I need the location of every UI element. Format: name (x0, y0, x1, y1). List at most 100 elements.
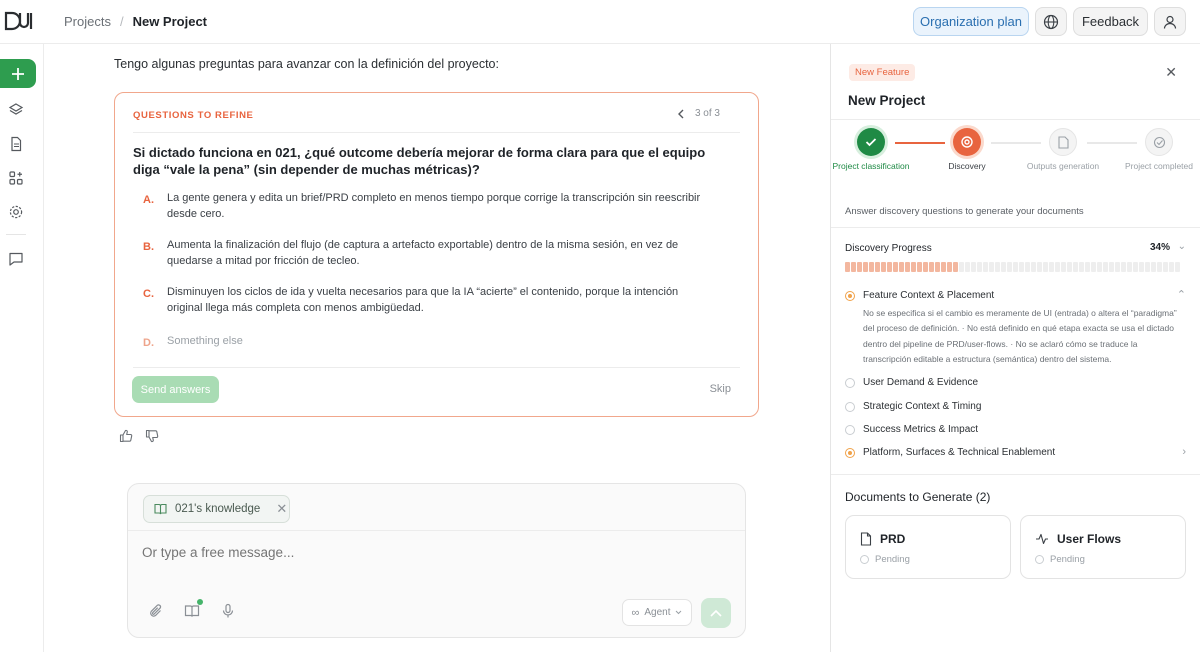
arrow-up-icon (710, 609, 722, 617)
file-icon (860, 532, 872, 546)
agent-mode-select[interactable]: ∞ Agent (622, 599, 692, 626)
doc-status: Pending (1035, 554, 1085, 565)
chevron-down-icon[interactable]: ⌄ (1178, 241, 1186, 252)
skip-button[interactable]: Skip (710, 383, 731, 395)
option-text: Aumenta la finalización del flujo (de ca… (167, 239, 679, 267)
chevron-right-icon[interactable]: › (1182, 446, 1186, 458)
topic-platform-surfaces[interactable]: Platform, Surfaces & Technical Enablemen… (845, 447, 1055, 458)
rail-layers-button[interactable] (7, 101, 25, 119)
active-dot (197, 599, 203, 605)
knowledge-chip[interactable]: 021's knowledge ✕ (143, 495, 290, 523)
rail-settings-button[interactable] (7, 203, 25, 221)
topic-status-dot (845, 425, 855, 435)
chevron-left-icon[interactable] (677, 109, 685, 119)
step-label: Project classification (832, 161, 910, 171)
discovery-progress-percent: 34% (1149, 242, 1170, 253)
progress-segment (1085, 262, 1090, 272)
feedback-button[interactable]: Feedback (1073, 7, 1148, 36)
step-discovery[interactable]: Discovery (927, 128, 1007, 171)
send-message-button[interactable] (701, 598, 731, 628)
apps-icon (9, 171, 23, 185)
topic-label: Feature Context & Placement (863, 290, 995, 301)
book-icon (184, 605, 200, 617)
layers-icon (8, 103, 24, 115)
answer-option-a[interactable]: A. La gente genera y edita un brief/PRD … (143, 191, 713, 222)
rail-documents-button[interactable] (7, 135, 25, 153)
rail-integrations-button[interactable] (7, 169, 25, 187)
organization-plan-button[interactable]: Organization plan (913, 7, 1029, 36)
discovery-progress-label: Discovery Progress (845, 243, 932, 254)
option-text: La gente genera y edita un brief/PRD com… (167, 192, 701, 220)
step-outputs-generation[interactable]: Outputs generation (1023, 128, 1103, 171)
option-letter: D. (143, 337, 154, 349)
step-label: Outputs generation (1026, 161, 1100, 171)
app-logo[interactable] (3, 10, 33, 32)
breadcrumb-separator: / (119, 14, 124, 29)
globe-icon (1043, 14, 1059, 29)
user-menu-button[interactable] (1154, 7, 1186, 36)
step-label: Discovery (948, 161, 986, 171)
message-feedback (119, 429, 159, 443)
progress-segment (857, 262, 862, 272)
doc-card-user-flows[interactable]: User Flows Pending (1020, 515, 1186, 579)
questions-heading: QUESTIONS TO REFINE (133, 110, 254, 121)
option-text: Something else (167, 335, 243, 347)
step-label: Project completed (1124, 161, 1194, 171)
check-circle-icon (1145, 128, 1173, 156)
close-icon[interactable]: ✕ (1165, 64, 1177, 81)
question-text: Si dictado funciona en 021, ¿qué outcome… (133, 145, 706, 177)
status-dot (1035, 555, 1044, 564)
panel-title: New Project (848, 93, 926, 108)
step-project-completed[interactable]: Project completed (1119, 128, 1199, 171)
send-answers-button[interactable]: Send answers (132, 376, 219, 403)
knowledge-toggle[interactable] (184, 599, 203, 619)
topic-feature-context[interactable]: Feature Context & Placement (845, 290, 994, 301)
progress-segment (1139, 262, 1144, 272)
topic-strategic-context[interactable]: Strategic Context & Timing (845, 401, 981, 412)
breadcrumb: Projects / New Project (64, 14, 207, 29)
topic-description: No se especifica si el cambio es meramen… (863, 308, 1177, 364)
progress-segment (1049, 262, 1054, 272)
topic-user-demand[interactable]: User Demand & Evidence (845, 377, 978, 388)
language-button[interactable] (1035, 7, 1067, 36)
answer-option-c[interactable]: C. Disminuyen los ciclos de ida y vuelta… (143, 285, 713, 316)
document-icon (11, 136, 22, 152)
progress-segment (1067, 262, 1072, 272)
progress-segment (1175, 262, 1180, 272)
progress-segment (1115, 262, 1120, 272)
close-icon[interactable]: ✕ (276, 501, 287, 517)
doc-name: User Flows (1057, 532, 1122, 546)
topic-success-metrics[interactable]: Success Metrics & Impact (845, 424, 978, 435)
progress-segment (1037, 262, 1042, 272)
progress-segment (941, 262, 946, 272)
option-letter: A. (143, 194, 154, 206)
progress-segment (899, 262, 904, 272)
answer-option-d[interactable]: D. Something else (143, 334, 713, 352)
message-input[interactable] (142, 545, 702, 560)
new-project-button[interactable] (0, 59, 36, 88)
topic-label: Platform, Surfaces & Technical Enablemen… (863, 447, 1056, 458)
status-dot (860, 555, 869, 564)
progress-segment (881, 262, 886, 272)
rail-chat-button[interactable] (7, 250, 25, 268)
progress-segment (977, 262, 982, 272)
doc-name-row: PRD (860, 532, 905, 546)
doc-card-prd[interactable]: PRD Pending (845, 515, 1011, 579)
breadcrumb-projects-link[interactable]: Projects (64, 14, 111, 29)
thumbs-up-icon[interactable] (119, 429, 133, 443)
microphone-icon[interactable] (220, 603, 236, 619)
chevron-up-icon[interactable]: ⌃ (1177, 288, 1186, 301)
progress-segment (953, 262, 958, 272)
progress-segment (1073, 262, 1078, 272)
answer-option-b[interactable]: B. Aumenta la finalización del flujo (de… (143, 238, 713, 269)
doc-status: Pending (860, 554, 910, 565)
thumbs-down-icon[interactable] (145, 429, 159, 443)
step-project-classification[interactable]: Project classification (831, 128, 911, 171)
progress-segment (1145, 262, 1150, 272)
progress-segment (1043, 262, 1048, 272)
progress-segment (935, 262, 940, 272)
plus-icon (12, 67, 24, 80)
paperclip-icon[interactable] (148, 603, 164, 619)
user-icon (1163, 15, 1177, 29)
progress-segment (929, 262, 934, 272)
